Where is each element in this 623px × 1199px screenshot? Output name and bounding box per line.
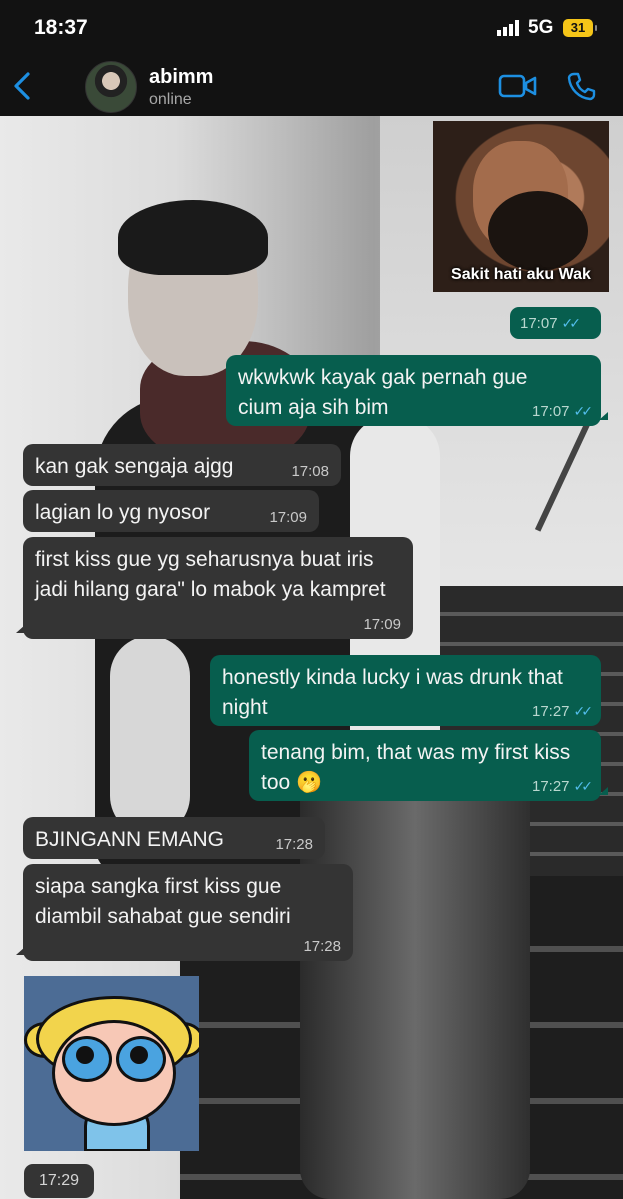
wallpaper-jeans [300, 756, 530, 1199]
contact-name[interactable]: abimm [149, 66, 213, 89]
message-text: siapa sangka first kiss gue diambil saha… [35, 875, 291, 928]
chat-header: abimm online [0, 58, 623, 116]
phone-icon[interactable] [566, 70, 598, 102]
message-time: 17:28 [275, 836, 313, 853]
double-check-icon: ✓✓ [573, 403, 594, 419]
network-type: 5G [528, 17, 554, 38]
message-time: 17:09 [363, 616, 401, 633]
status-time: 18:37 [34, 16, 88, 39]
message-time: 17:09 [269, 509, 307, 526]
message-bubble-outgoing[interactable]: honestly kinda lucky i was drunk that ni… [210, 655, 601, 726]
chevron-left-icon[interactable] [10, 68, 36, 104]
sticker-caption: Sakit hati aku Wak [451, 266, 591, 283]
avatar[interactable] [85, 61, 137, 113]
video-call-icon[interactable] [498, 72, 538, 100]
message-bubble-incoming[interactable]: lagian lo yg nyosor 17:09 [23, 490, 319, 532]
message-text: wkwkwk kayak gak pernah gue cium aja sih… [238, 366, 528, 419]
sticker-pupil-right [130, 1046, 148, 1064]
wallpaper-hair [118, 200, 268, 275]
sticker-image-bottom[interactable] [24, 976, 199, 1151]
message-time: 17:08 [291, 463, 329, 480]
message-bubble-incoming[interactable]: kan gak sengaja ajgg 17:08 [23, 444, 341, 486]
contact-status: online [149, 91, 192, 108]
wallpaper-sleeve-left [110, 636, 190, 836]
battery-icon: 31 [563, 19, 597, 37]
double-check-icon: ✓✓ [573, 703, 594, 719]
message-text: BJINGANN EMANG [35, 828, 225, 851]
message-bubble-outgoing[interactable]: wkwkwk kayak gak pernah gue cium aja sih… [226, 355, 608, 426]
message-text: honestly kinda lucky i was drunk that ni… [222, 666, 563, 719]
message-bubble-incoming[interactable]: BJINGANN EMANG 17:28 [23, 817, 325, 859]
sticker-bottom-time: 17:29 [24, 1164, 94, 1198]
message-text: lagian lo yg nyosor [35, 501, 211, 524]
double-check-icon: ✓✓ [561, 315, 582, 331]
message-bubble-outgoing[interactable]: tenang bim, that was my first kiss too 🫢… [249, 730, 608, 801]
status-bar: 18:37 5G 31 [0, 0, 623, 58]
message-meta: 17:27 ✓✓ [531, 778, 594, 795]
sticker-beard [488, 191, 588, 271]
message-bubble-incoming[interactable]: siapa sangka first kiss gue diambil saha… [23, 864, 353, 961]
message-time: 17:28 [303, 938, 341, 955]
signal-icon [497, 20, 519, 36]
message-time: 17:07 [520, 315, 558, 332]
sticker-top-time: 17:07 ✓✓ [510, 307, 601, 339]
message-meta: 17:27 ✓✓ [531, 703, 594, 720]
sticker-pupil-left [76, 1046, 94, 1064]
message-text: first kiss gue yg seharusnya buat iris j… [35, 548, 386, 601]
sticker-image-top[interactable]: Sakit hati aku Wak [433, 121, 609, 292]
double-check-icon: ✓✓ [573, 778, 594, 794]
message-bubble-incoming[interactable]: first kiss gue yg seharusnya buat iris j… [23, 537, 413, 639]
message-time: 17:27 [531, 703, 570, 720]
battery-level: 31 [570, 20, 586, 35]
message-time: 17:07 [531, 403, 570, 420]
message-time: 17:27 [531, 778, 570, 795]
message-text: kan gak sengaja ajgg [35, 455, 234, 478]
message-meta: 17:07 ✓✓ [531, 403, 594, 420]
